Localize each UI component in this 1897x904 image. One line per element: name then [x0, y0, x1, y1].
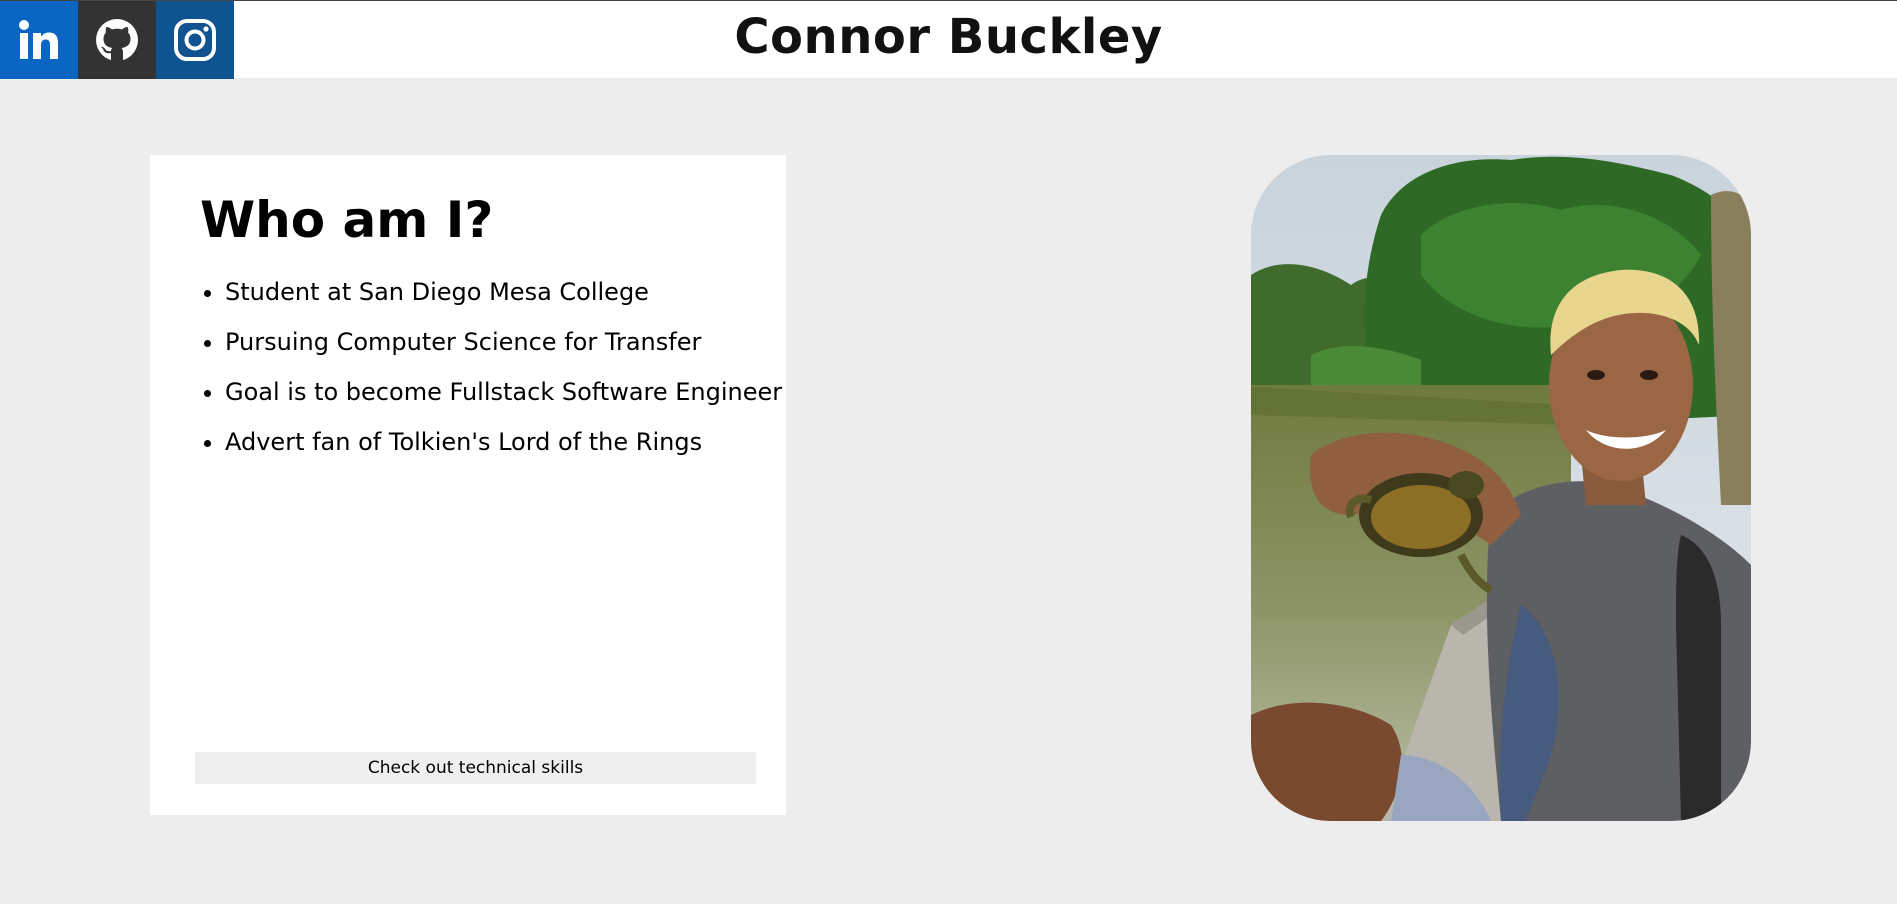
list-item: Advert fan of Tolkien's Lord of the Ring…	[225, 417, 785, 467]
profile-photo-image	[1251, 155, 1751, 821]
site-title: Connor Buckley	[734, 9, 1163, 65]
list-item: Goal is to become Fullstack Software Eng…	[225, 367, 785, 417]
technical-skills-button[interactable]: Check out technical skills	[195, 752, 756, 784]
list-item: Pursuing Computer Science for Transfer	[225, 317, 785, 367]
profile-photo	[1251, 155, 1751, 821]
list-item: Student at San Diego Mesa College	[225, 267, 785, 317]
about-card: Who am I? Student at San Diego Mesa Coll…	[150, 155, 786, 815]
about-list: Student at San Diego Mesa College Pursui…	[225, 267, 785, 467]
top-bar: Connor Buckley	[0, 0, 1897, 79]
about-heading: Who am I?	[200, 191, 494, 249]
